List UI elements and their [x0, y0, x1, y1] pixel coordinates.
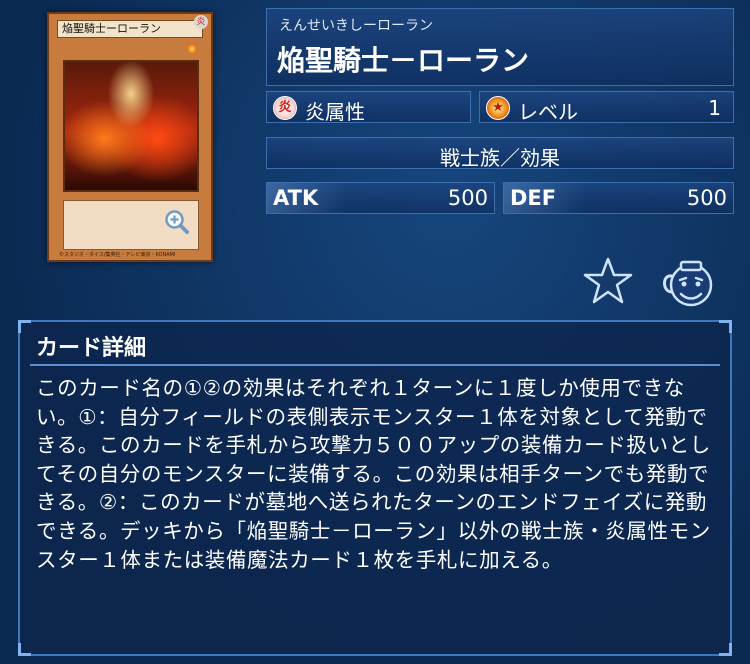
atk-panel: ATK 500 [266, 182, 495, 214]
type-panel: 戦士族／効果 [266, 137, 734, 170]
corner-decoration [719, 643, 732, 656]
pot-icon[interactable] [660, 254, 716, 308]
attribute-label: 炎属性 [305, 100, 365, 124]
level-label: レベル [518, 100, 578, 124]
card-image-text-box [63, 200, 199, 250]
def-value: 500 [686, 186, 727, 210]
star-icon[interactable] [583, 256, 633, 306]
level-star-icon: ★ [486, 96, 510, 120]
card-image-name: 焔聖騎士ーローラン [57, 20, 203, 38]
attribute-panel: 炎 炎属性 [266, 91, 471, 124]
card-artwork [63, 60, 199, 192]
card-copyright: ©スタジオ・ダイス/集英社・テレビ東京・KONAMI [59, 252, 176, 258]
card-image-level-icon [187, 44, 197, 54]
card-name-panel: えんせいきしーローラン 焔聖騎士－ローラン [266, 8, 734, 86]
def-label: DEF [510, 186, 557, 210]
card-furigana: えんせいきしーローラン [279, 18, 433, 34]
monster-type-label: 戦士族／効果 [440, 146, 560, 170]
detail-divider [30, 364, 720, 366]
def-panel: DEF 500 [503, 182, 734, 214]
atk-value: 500 [447, 186, 488, 210]
card-detail-panel: カード詳細 このカード名の①②の効果はそれぞれ１ターンに１度しか使用できない。①… [18, 320, 732, 656]
card-image[interactable]: 焔聖騎士ーローラン 炎 ©スタジオ・ダイス/集英社・テレビ東京・KONAMI [47, 12, 213, 262]
card-effect-text: このカード名の①②の効果はそれぞれ１ターンに１度しか使用できない。①：自分フィー… [36, 376, 711, 572]
corner-decoration [18, 320, 31, 333]
card-image-attribute-icon: 炎 [194, 15, 208, 29]
corner-decoration [18, 643, 31, 656]
level-value: 1 [708, 96, 721, 120]
level-panel: ★ レベル 1 [479, 91, 734, 124]
atk-label: ATK [273, 186, 319, 210]
card-name: 焔聖騎士－ローラン [277, 44, 530, 77]
detail-title: カード詳細 [36, 336, 147, 361]
corner-decoration [719, 320, 732, 333]
zoom-icon[interactable] [164, 209, 190, 235]
fire-attribute-icon: 炎 [273, 96, 297, 120]
